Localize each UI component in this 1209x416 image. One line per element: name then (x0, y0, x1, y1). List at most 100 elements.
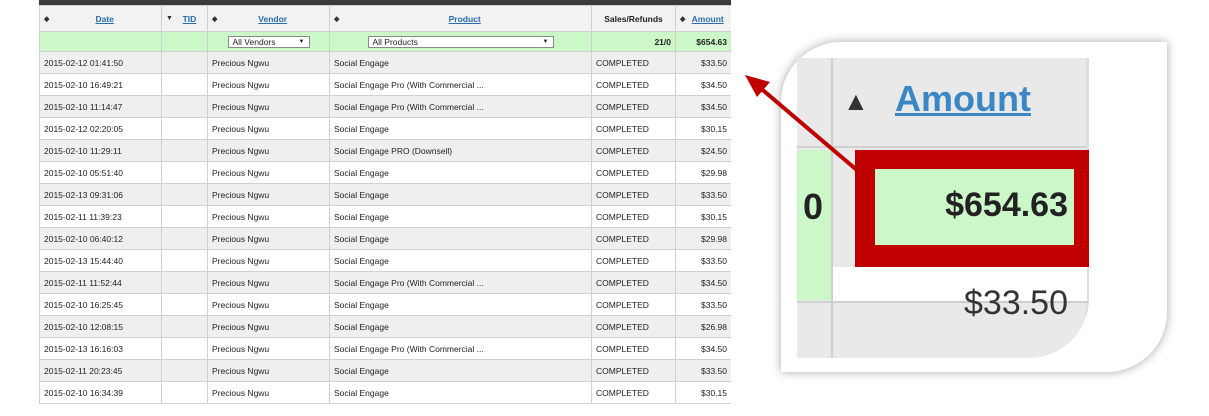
cell-amount: $30.15 (675, 205, 731, 228)
sort-icon[interactable]: ◆ (212, 15, 217, 23)
cell-date: 2015-02-10 11:29:11 (39, 139, 162, 162)
cell-status: COMPLETED (591, 227, 676, 250)
table-row[interactable]: 2015-02-10 16:25:45 Precious Ngwu Social E… (39, 293, 731, 316)
cell-amount: $30.15 (675, 117, 731, 140)
amount-total: $654.63 (675, 31, 731, 52)
cell-product: Social Engage (329, 293, 592, 316)
cell-tid (161, 381, 208, 404)
zoom-sales-refunds-fragment: 0 (803, 186, 824, 227)
table-row[interactable]: 2015-02-11 11:39:23 Precious Ngwu Social E… (39, 205, 731, 228)
table-row[interactable]: 2015-02-11 11:52:44 Precious Ngwu Social E… (39, 271, 731, 294)
cell-amount: $33.50 (675, 359, 731, 382)
table-row[interactable]: 2015-02-12 02:20:05 Precious Ngwu Social E… (39, 117, 731, 140)
cell-status: COMPLETED (591, 271, 676, 294)
cell-vendor: Precious Ngwu (207, 381, 330, 404)
cell-tid (161, 337, 208, 360)
cell-status: COMPLETED (591, 315, 676, 338)
cell-amount: $34.50 (675, 95, 731, 118)
sort-icon[interactable]: ◆ (334, 15, 339, 23)
cell-tid (161, 315, 208, 338)
cell-date: 2015-02-10 16:49:21 (39, 73, 162, 96)
vendor-sort-link[interactable]: Vendor (258, 14, 287, 24)
tid-sort-link[interactable]: TID (183, 14, 197, 24)
cell-status: COMPLETED (591, 249, 676, 272)
chevron-down-icon: ▼ (542, 38, 549, 45)
cell-vendor: Precious Ngwu (207, 293, 330, 316)
cell-tid (161, 73, 208, 96)
cell-amount: $26.98 (675, 315, 731, 338)
table-row[interactable]: 2015-02-13 16:16:03 Precious Ngwu Social E… (39, 337, 731, 360)
sales-refunds-total: 21/0 (591, 31, 676, 52)
cell-product: Social Engage (329, 359, 592, 382)
table-row[interactable]: 2015-02-13 15:44:40 Precious Ngwu Social E… (39, 249, 731, 272)
table-row[interactable]: 2015-02-10 06:40:12 Precious Ngwu Social E… (39, 227, 731, 250)
cell-tid (161, 359, 208, 382)
cell-vendor: Precious Ngwu (207, 95, 330, 118)
zoom-amount-header[interactable]: Amount (895, 78, 1031, 120)
cell-product: Social Engage (329, 51, 592, 74)
cell-product: Social Engage (329, 227, 592, 250)
cell-tid (161, 227, 208, 250)
vendor-select[interactable]: All Vendors ▼ (227, 35, 310, 48)
cell-vendor: Precious Ngwu (207, 161, 330, 184)
table-header-row: ◆ Date ▼ TID ◆ Vendor ◆ Product Sales/Re… (39, 5, 731, 32)
cell-product: Social Engage (329, 205, 592, 228)
product-sort-link[interactable]: Product (449, 14, 481, 24)
cell-product: Social Engage Pro (With Commercial ... (329, 95, 592, 118)
cell-status: COMPLETED (591, 73, 676, 96)
table-row[interactable]: 2015-02-11 20:23:45 Precious Ngwu Social E… (39, 359, 731, 382)
cell-date: 2015-02-13 09:31:06 (39, 183, 162, 206)
cell-date: 2015-02-11 11:39:23 (39, 205, 162, 228)
table-row[interactable]: 2015-02-10 11:14:47 Precious Ngwu Social E… (39, 95, 731, 118)
cell-amount: $33.50 (675, 293, 731, 316)
cell-date: 2015-02-10 11:14:47 (39, 95, 162, 118)
cell-vendor: Precious Ngwu (207, 249, 330, 272)
sort-icon[interactable]: ◆ (680, 15, 685, 23)
cell-product: Social Engage (329, 183, 592, 206)
table-row[interactable]: 2015-02-10 05:51:40 Precious Ngwu Social E… (39, 161, 731, 184)
date-sort-link[interactable]: Date (95, 14, 113, 24)
arrow-head (745, 75, 770, 97)
table-row[interactable]: 2015-02-13 09:31:06 Precious Ngwu Social E… (39, 183, 731, 206)
cell-tid (161, 183, 208, 206)
cell-status: COMPLETED (591, 161, 676, 184)
cell-date: 2015-02-10 16:25:45 (39, 293, 162, 316)
cell-status: COMPLETED (591, 95, 676, 118)
cell-tid (161, 139, 208, 162)
cell-date: 2015-02-10 05:51:40 (39, 161, 162, 184)
cell-product: Social Engage (329, 315, 592, 338)
zoom-first-amount: $33.50 (964, 284, 1068, 322)
cell-date: 2015-02-12 01:41:50 (39, 51, 162, 74)
zoom-view: ▲ Amount 0 $654.63 $33.50 (797, 58, 1089, 358)
table-row[interactable]: 2015-02-12 01:41:50 Precious Ngwu Social E… (39, 51, 731, 74)
table-row[interactable]: 2015-02-10 12:08:15 Precious Ngwu Social E… (39, 315, 731, 338)
col-amount[interactable]: ◆ Amount (675, 5, 731, 32)
cell-product: Social Engage (329, 249, 592, 272)
sort-down-icon[interactable]: ▼ (166, 15, 173, 22)
cell-vendor: Precious Ngwu (207, 337, 330, 360)
cell-product: Social Engage (329, 381, 592, 404)
col-product[interactable]: ◆ Product (329, 5, 592, 32)
cell-vendor: Precious Ngwu (207, 359, 330, 382)
cell-tid (161, 161, 208, 184)
cell-date: 2015-02-11 11:52:44 (39, 271, 162, 294)
sort-icon[interactable]: ◆ (44, 15, 49, 23)
cell-amount: $24.50 (675, 139, 731, 162)
col-tid[interactable]: ▼ TID (161, 5, 208, 32)
table-row[interactable]: 2015-02-10 16:34:39 Precious Ngwu Social E… (39, 381, 731, 404)
filter-row: All Vendors ▼ All Products ▼ 21/0 $654.6… (39, 31, 731, 52)
cell-product: Social Engage PRO (Downsell) (329, 139, 592, 162)
col-vendor[interactable]: ◆ Vendor (207, 5, 330, 32)
table-row[interactable]: 2015-02-10 16:49:21 Precious Ngwu Social E… (39, 73, 731, 96)
cell-date: 2015-02-10 16:34:39 (39, 381, 162, 404)
col-date[interactable]: ◆ Date (39, 5, 162, 32)
amount-sort-link[interactable]: Amount (692, 14, 724, 24)
cell-product: Social Engage Pro (With Commercial ... (329, 337, 592, 360)
product-select[interactable]: All Products ▼ (367, 35, 554, 48)
table-row[interactable]: 2015-02-10 11:29:11 Precious Ngwu Social E… (39, 139, 731, 162)
cell-vendor: Precious Ngwu (207, 315, 330, 338)
cell-date: 2015-02-11 20:23:45 (39, 359, 162, 382)
cell-date: 2015-02-13 15:44:40 (39, 249, 162, 272)
cell-amount: $30.15 (675, 381, 731, 404)
sort-icon[interactable]: ▲ (843, 88, 869, 114)
